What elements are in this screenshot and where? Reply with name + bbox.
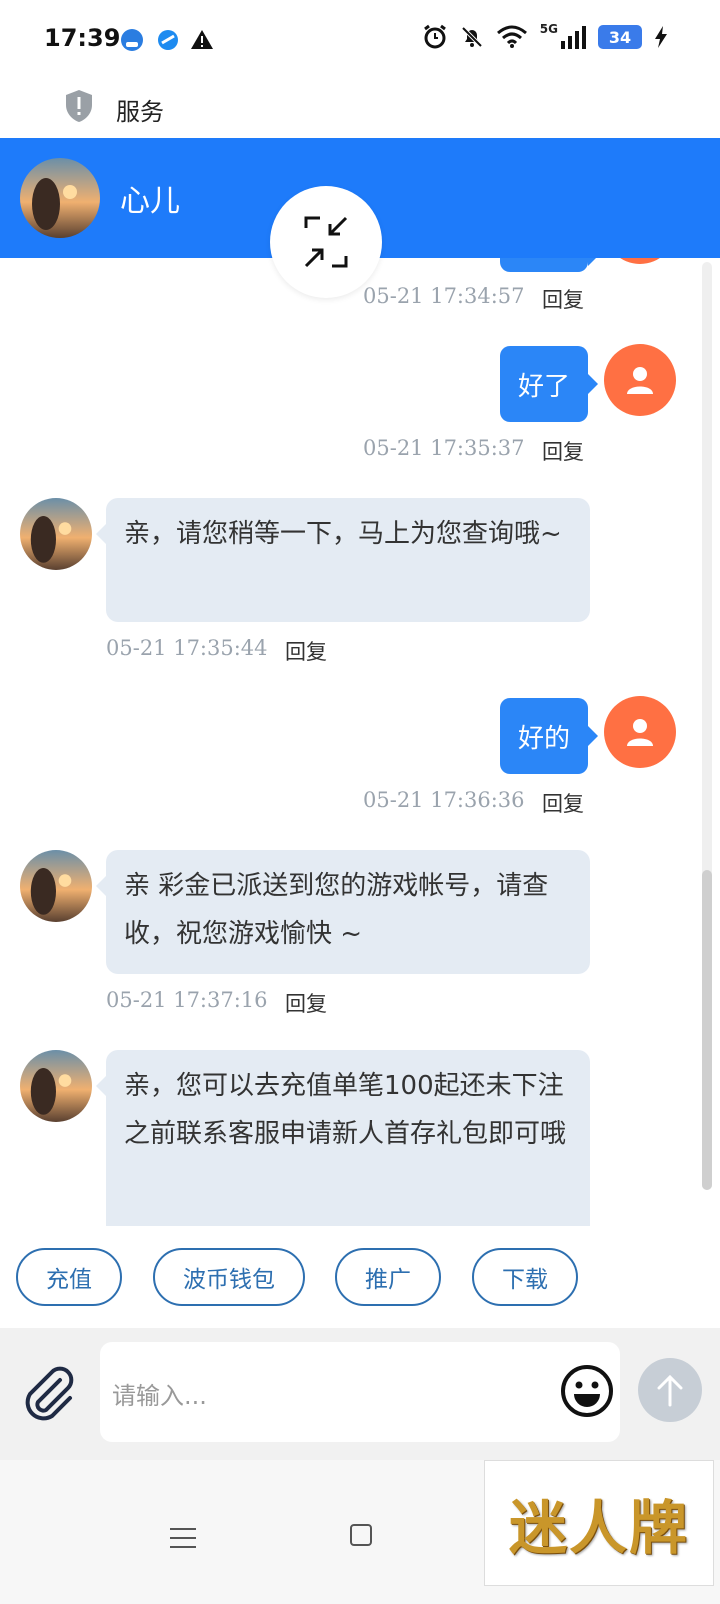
shield-icon [66, 90, 92, 122]
reply-link[interactable]: 回复 [542, 788, 584, 818]
app-notification-icon [121, 29, 143, 51]
status-time: 17:39 [44, 24, 121, 52]
input-placeholder: 请输入... [112, 1382, 207, 1410]
wifi-icon [496, 25, 527, 48]
attach-button[interactable] [22, 1366, 78, 1426]
user-avatar [604, 258, 676, 264]
agent-avatar [20, 498, 92, 570]
reply-link[interactable]: 回复 [285, 988, 327, 1018]
message-timestamp: 05-21 17:36:36 [363, 788, 525, 812]
status-bar: 17:39 5G 34 [0, 0, 720, 80]
message-timestamp: 05-21 17:34:57 [363, 284, 525, 308]
outgoing-message-bubble[interactable]: 好了 [500, 346, 598, 422]
home-icon[interactable] [350, 1524, 372, 1546]
arrow-up-icon [657, 1374, 683, 1407]
reply-link[interactable]: 回复 [285, 636, 327, 666]
reply-link[interactable]: 回复 [542, 284, 584, 314]
user-icon [627, 719, 653, 746]
user-avatar [604, 344, 676, 416]
message-timestamp: 05-21 17:37:16 [106, 988, 268, 1012]
alarm-icon [423, 24, 446, 49]
signal-icon [561, 26, 586, 49]
outgoing-message-bubble[interactable]: 好的 [500, 698, 598, 774]
watermark-logo: 迷人牌 [484, 1460, 714, 1586]
message-input[interactable]: 请输入... [100, 1342, 620, 1442]
contact-avatar[interactable] [20, 158, 100, 238]
outgoing-message-bubble[interactable] [500, 258, 598, 272]
notification-icons [118, 26, 214, 54]
recharge-button[interactable]: 充值 [16, 1248, 122, 1306]
incoming-message-bubble[interactable]: 亲，您可以去充值单笔100起还未下注之前联系客服申请新人首存礼包即可哦 [96, 1050, 590, 1226]
chat-message-list[interactable]: 05-21 17:34:57 回复 好了 05-21 17:35:37 回复 亲… [0, 258, 720, 1226]
avatar-photo [20, 498, 92, 570]
collapse-button[interactable] [270, 186, 382, 298]
service-row[interactable]: 服务 [0, 80, 720, 138]
incoming-message-bubble[interactable]: 亲，请您稍等一下，马上为您查询哦~ [96, 498, 590, 622]
avatar-photo [20, 158, 100, 238]
send-button[interactable] [638, 1358, 702, 1422]
warning-icon [191, 30, 213, 49]
network-type: 5G [539, 22, 558, 36]
system-icons: 5G 34 [422, 22, 668, 50]
collapse-icon [304, 216, 348, 268]
wallet-button[interactable]: 波币钱包 [153, 1248, 305, 1306]
recent-apps-button[interactable] [170, 1526, 196, 1554]
promote-button[interactable]: 推广 [335, 1248, 441, 1306]
incoming-message-bubble[interactable]: 亲 彩金已派送到您的游戏帐号，请查收，祝您游戏愉快 ~ [96, 850, 590, 974]
scrollbar-thumb[interactable] [702, 870, 712, 1190]
charging-icon [655, 26, 667, 48]
emoji-icon [561, 1365, 613, 1417]
message-timestamp: 05-21 17:35:37 [363, 436, 525, 460]
reply-link[interactable]: 回复 [542, 436, 584, 466]
user-avatar [604, 696, 676, 768]
download-button[interactable]: 下载 [472, 1248, 578, 1306]
logo-text: 迷人牌 [508, 1494, 689, 1562]
message-input-bar: 请输入... [0, 1328, 720, 1460]
service-label: 服务 [116, 98, 164, 126]
contact-name: 心儿 [120, 184, 180, 219]
bell-off-icon [461, 26, 483, 48]
agent-avatar [20, 1050, 92, 1122]
message-timestamp: 05-21 17:35:44 [106, 636, 268, 660]
paperclip-icon [25, 1366, 74, 1421]
avatar-photo [20, 1050, 92, 1122]
browser-notification-icon [158, 30, 178, 50]
quick-actions-bar: 充值 波币钱包 推广 下载 [0, 1226, 720, 1328]
agent-avatar [20, 850, 92, 922]
avatar-photo [20, 850, 92, 922]
user-icon [627, 367, 653, 394]
battery-indicator: 34 [598, 25, 642, 49]
emoji-button[interactable] [560, 1364, 614, 1422]
menu-icon [170, 1528, 196, 1548]
